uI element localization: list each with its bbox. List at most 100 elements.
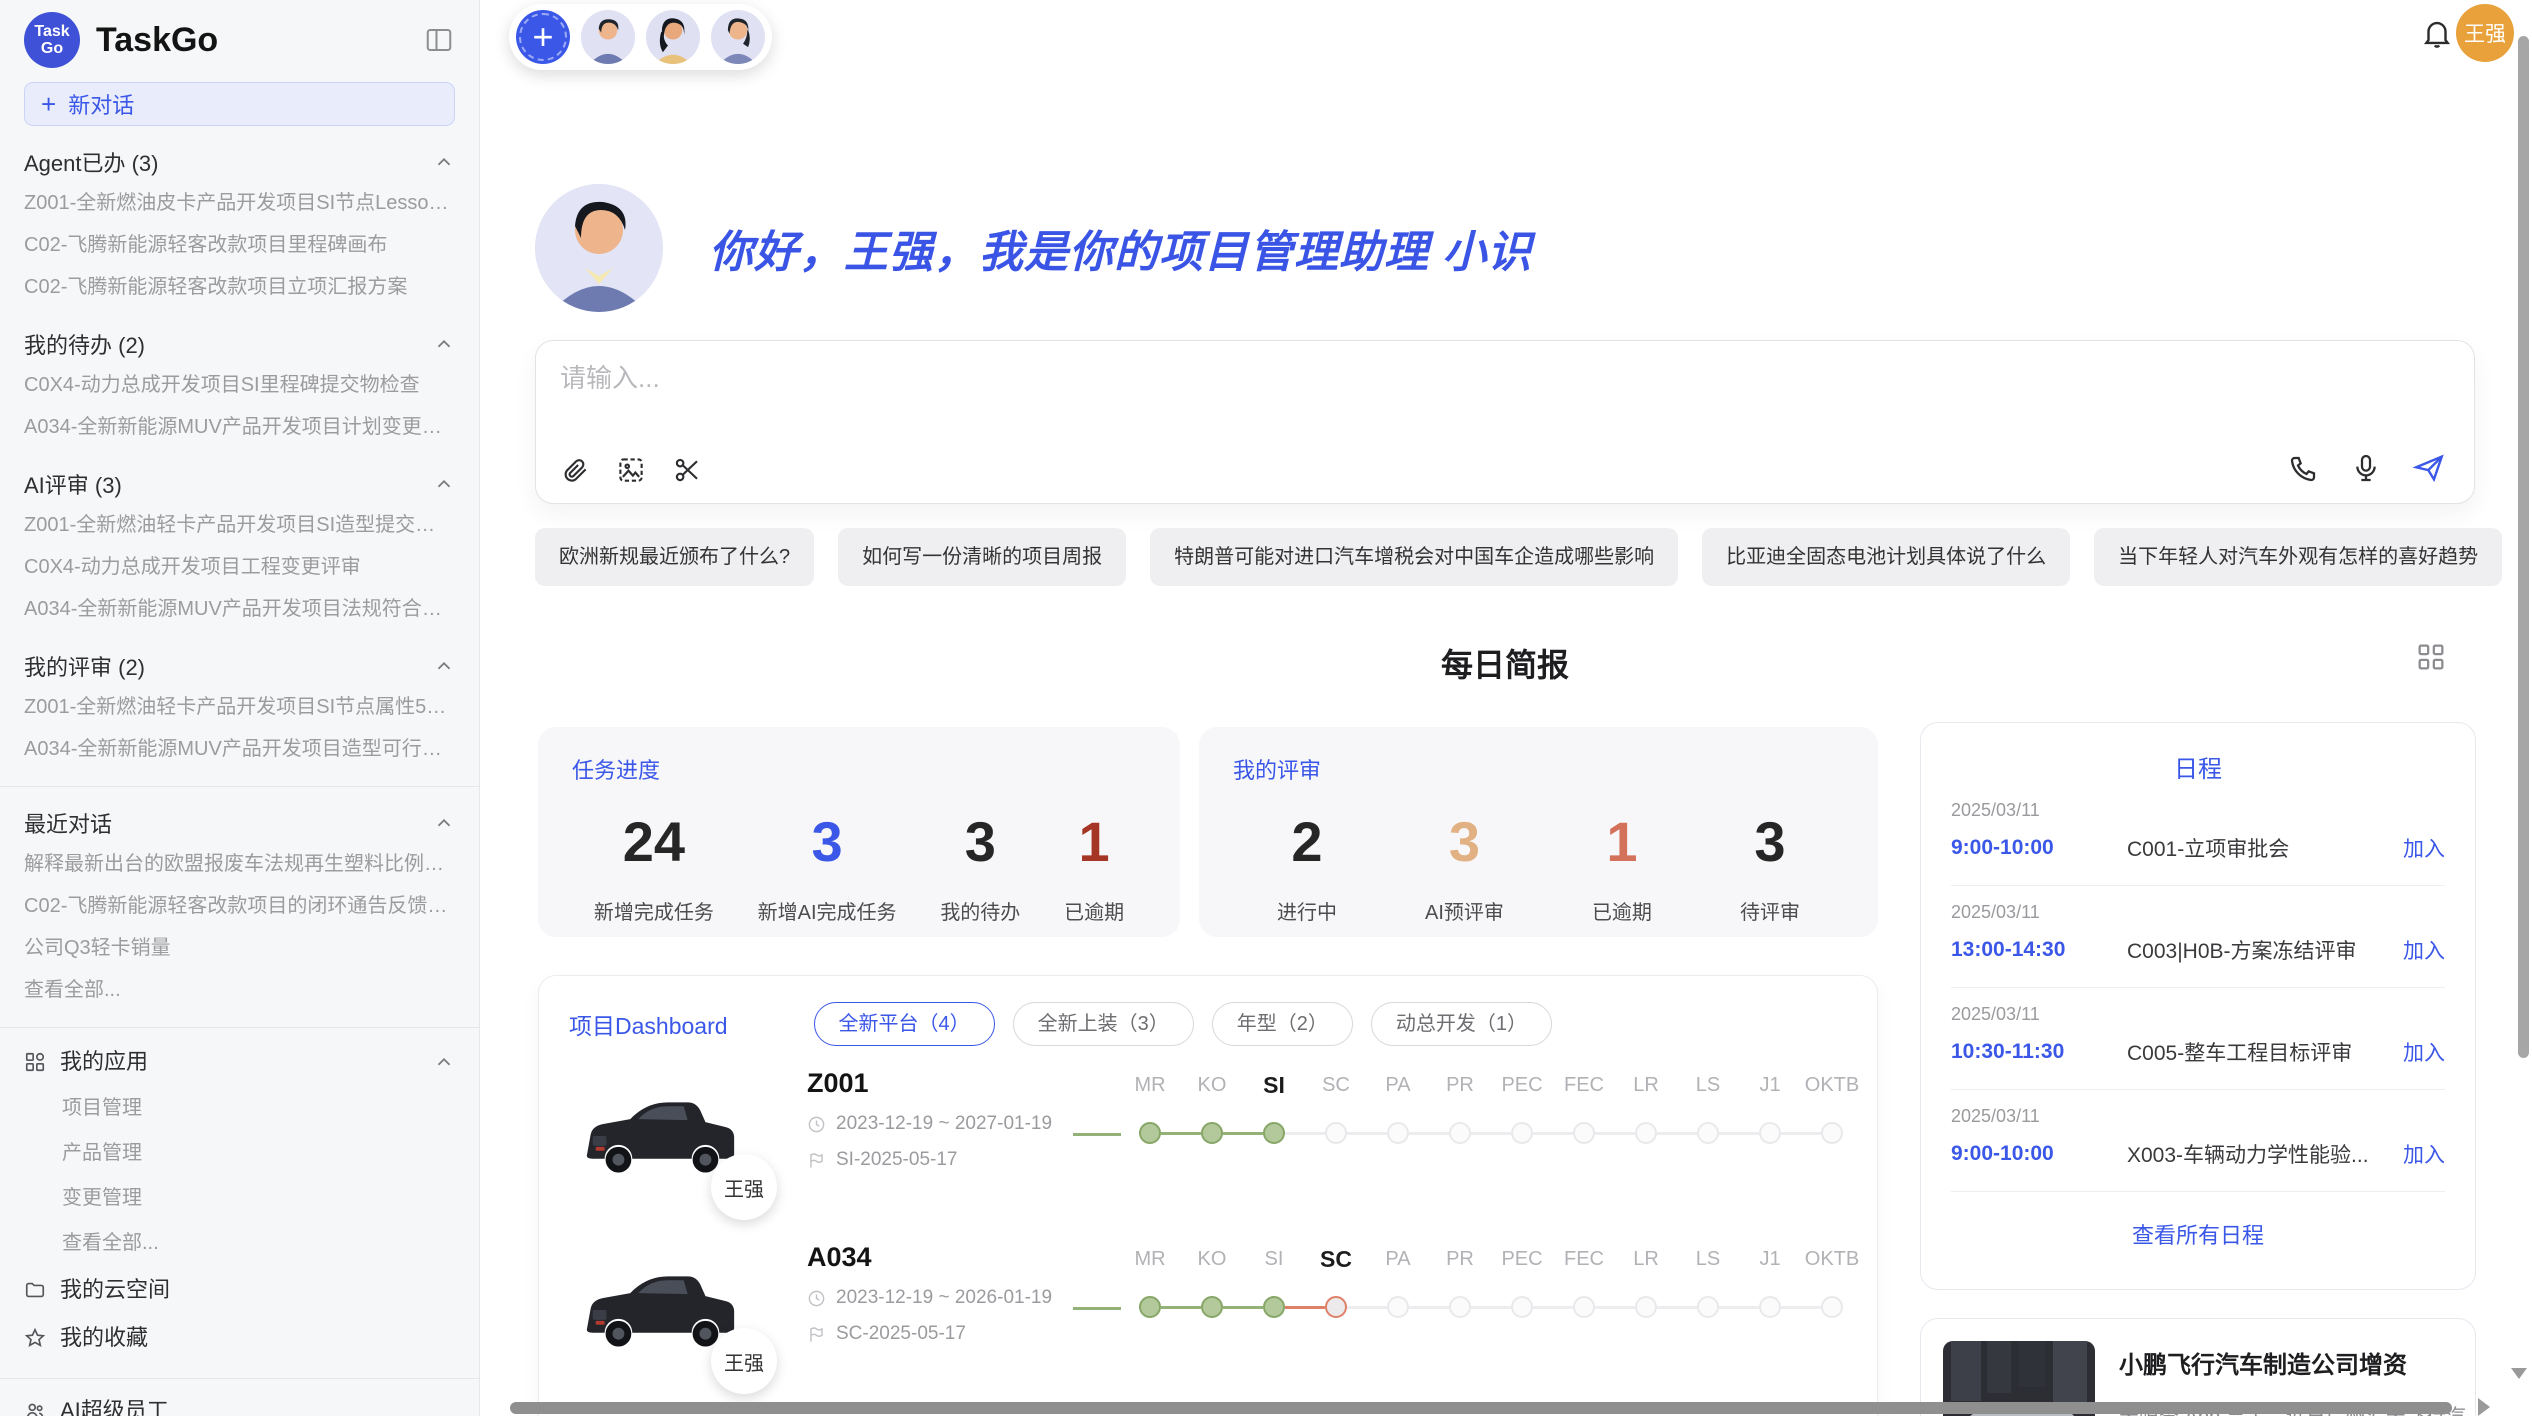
project-car-image: 王强	[569, 1068, 747, 1196]
avatar[interactable]	[581, 10, 635, 64]
suggestion-chip[interactable]: 特朗普可能对进口汽车增税会对中国车企造成哪些影响	[1150, 528, 1678, 586]
sidebar-item-product-mgmt[interactable]: 产品管理	[24, 1131, 455, 1176]
milestone-dot	[1635, 1296, 1657, 1318]
app-title: TaskGo	[96, 21, 218, 60]
horizontal-scrollbar[interactable]	[510, 1402, 2452, 1414]
chevron-up-icon[interactable]	[433, 812, 455, 834]
section-agent-done: Agent已办 (3) Z001-全新燃油皮卡产品开发项目SI节点Lesson …	[24, 146, 455, 308]
suggestion-chip[interactable]: 比亚迪全固态电池计划具体说了什么	[1702, 528, 2070, 586]
notification-bell-icon[interactable]	[2420, 16, 2454, 55]
phone-icon[interactable]	[2288, 452, 2320, 484]
chevron-up-icon[interactable]	[433, 1051, 455, 1073]
section-my-review: 我的评审 (2) Z001-全新燃油轻卡产品开发项目SI节点属性5D文件评审 A…	[24, 650, 455, 770]
list-item[interactable]: C0X4-动力总成开发项目工程变更评审	[24, 546, 455, 588]
chevron-up-icon[interactable]	[433, 473, 455, 495]
list-item[interactable]: C02-飞腾新能源轻客改款项目里程碑画布	[24, 224, 455, 266]
attachment-icon[interactable]	[560, 455, 590, 485]
list-item[interactable]: Z001-全新燃油轻卡产品开发项目SI造型提交物评审	[24, 504, 455, 546]
milestone-dot	[1759, 1296, 1781, 1318]
milestone-dot	[1821, 1296, 1843, 1318]
star-icon	[24, 1327, 46, 1349]
milestone-label: LS	[1696, 1070, 1720, 1100]
list-item[interactable]: Z001-全新燃油皮卡产品开发项目SI节点Lesson Learn报告	[24, 182, 455, 224]
stat-value: 24	[594, 809, 714, 874]
vertical-scrollbar[interactable]	[2518, 36, 2529, 1058]
suggestion-chip[interactable]: 欧洲新规最近颁布了什么?	[535, 528, 814, 586]
list-item[interactable]: A034-全新新能源MUV产品开发项目计划变更表编写	[24, 406, 455, 448]
chevron-up-icon[interactable]	[433, 333, 455, 355]
milestone-dot	[1387, 1296, 1409, 1318]
stat-label: 我的待办	[940, 896, 1020, 925]
filter-tab[interactable]: 动总开发（1）	[1371, 1002, 1552, 1046]
join-button[interactable]: 加入	[2403, 1037, 2445, 1067]
chevron-up-icon[interactable]	[433, 655, 455, 677]
people-icon	[24, 1400, 46, 1416]
agent-avatar-bar: +	[509, 4, 772, 70]
timeline-stub	[1073, 1307, 1121, 1310]
list-item[interactable]: C02-飞腾新能源轻客改款项目的闭环通告反馈情况	[24, 885, 455, 927]
view-all-link[interactable]: 查看全部...	[24, 969, 455, 1011]
milestone: PEC	[1491, 1244, 1553, 1320]
list-item[interactable]: C02-飞腾新能源轻客改款项目立项汇报方案	[24, 266, 455, 308]
view-all-schedule-link[interactable]: 查看所有日程	[1951, 1218, 2445, 1250]
join-button[interactable]: 加入	[2403, 935, 2445, 965]
milestone-label: SI	[1265, 1244, 1284, 1274]
milestone: MR	[1119, 1244, 1181, 1320]
milestone-dot	[1325, 1122, 1347, 1144]
sidebar-collapse-icon[interactable]	[423, 25, 455, 55]
scroll-down-arrow[interactable]	[2511, 1368, 2527, 1379]
dashboard-title: 项目Dashboard	[569, 1007, 728, 1041]
milestone: FEC	[1553, 1244, 1615, 1320]
send-icon[interactable]	[2412, 451, 2446, 485]
sidebar-item-favorites[interactable]: 我的收藏	[24, 1314, 455, 1362]
avatar[interactable]	[711, 10, 765, 64]
project-row[interactable]: 王强 Z001 2023-12-19 ~ 2027-01-19 SI-2025-…	[569, 1068, 1847, 1196]
microphone-icon[interactable]	[2350, 452, 2382, 484]
milestone-label: OKTB	[1805, 1244, 1859, 1274]
divider	[0, 1378, 479, 1379]
chat-input[interactable]	[560, 363, 1960, 394]
schedule-event: 2025/03/11 9:00-10:00 X003-车辆动力学性能验... 加…	[1951, 1090, 2445, 1192]
join-button[interactable]: 加入	[2403, 1139, 2445, 1169]
list-item[interactable]: Z001-全新燃油轻卡产品开发项目SI节点属性5D文件评审	[24, 686, 455, 728]
suggestion-chip[interactable]: 当下年轻人对汽车外观有怎样的喜好趋势	[2094, 528, 2502, 586]
sidebar-item-cloud-space[interactable]: 我的云空间	[24, 1266, 455, 1314]
avatar[interactable]	[646, 10, 700, 64]
new-chat-button[interactable]: + 新对话	[24, 82, 455, 126]
chevron-up-icon[interactable]	[433, 151, 455, 173]
clock-icon	[807, 1289, 826, 1308]
milestone-dot	[1449, 1296, 1471, 1318]
scroll-right-arrow[interactable]	[2478, 1398, 2490, 1416]
user-avatar[interactable]: 王强	[2456, 4, 2514, 62]
milestone: MR	[1119, 1070, 1181, 1146]
logo-line1: Task	[34, 23, 69, 40]
milestone-label: PA	[1385, 1070, 1410, 1100]
plus-icon: +	[41, 91, 56, 117]
schedule-event: 2025/03/11 13:00-14:30 C003|H0B-方案冻结评审 加…	[1951, 886, 2445, 988]
project-row[interactable]: 王强 A034 2023-12-19 ~ 2026-01-19 SC-2025-…	[569, 1242, 1847, 1370]
sidebar-item-change-mgmt[interactable]: 变更管理	[24, 1176, 455, 1221]
scissors-icon[interactable]	[672, 455, 702, 485]
milestone-label: SI	[1263, 1070, 1285, 1100]
view-all-link[interactable]: 查看全部...	[24, 1221, 455, 1266]
section-title: 我的评审 (2)	[24, 650, 145, 682]
list-item[interactable]: 公司Q3轻卡销量	[24, 927, 455, 969]
filter-tab[interactable]: 年型（2）	[1212, 1002, 1353, 1046]
filter-tab[interactable]: 全新平台（4）	[814, 1002, 995, 1046]
sidebar-item-project-mgmt[interactable]: 项目管理	[24, 1086, 455, 1131]
layout-grid-icon[interactable]	[2414, 640, 2448, 679]
sidebar-item-my-apps[interactable]: 我的应用	[24, 1038, 455, 1086]
join-button[interactable]: 加入	[2403, 833, 2445, 863]
stat-label: 新增完成任务	[594, 896, 714, 925]
timeline-stub	[1073, 1133, 1121, 1136]
list-item[interactable]: A034-全新新能源MUV产品开发项目法规符合性评审	[24, 588, 455, 630]
filter-tab[interactable]: 全新上装（3）	[1013, 1002, 1194, 1046]
suggestion-chip[interactable]: 如何写一份清晰的项目周报	[838, 528, 1126, 586]
suggestion-chips: 欧洲新规最近颁布了什么? 如何写一份清晰的项目周报 特朗普可能对进口汽车增税会对…	[535, 528, 2480, 586]
sidebar-item-ai-employee[interactable]: AI超级员工	[24, 1387, 455, 1416]
list-item[interactable]: C0X4-动力总成开发项目SI里程碑提交物检查	[24, 364, 455, 406]
add-agent-button[interactable]: +	[516, 10, 570, 64]
image-icon[interactable]	[616, 455, 646, 485]
list-item[interactable]: A034-全新新能源MUV产品开发项目造型可行性评审	[24, 728, 455, 770]
list-item[interactable]: 解释最新出台的欧盟报废车法规再生塑料比例被调至15%...	[24, 843, 455, 885]
